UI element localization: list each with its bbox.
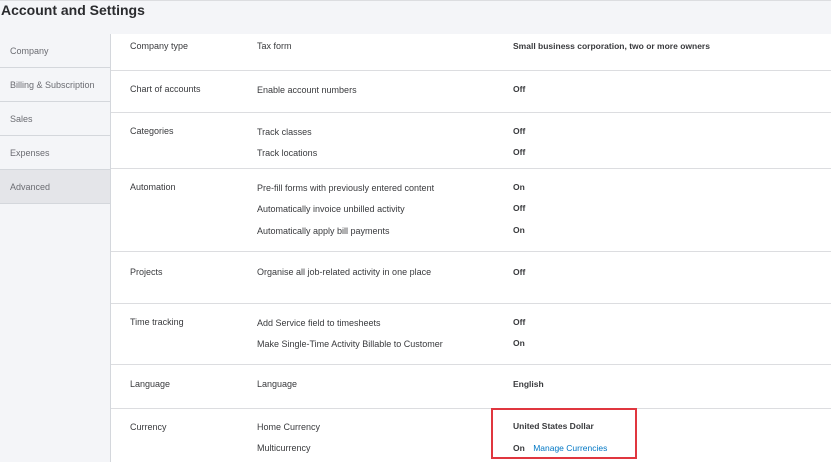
section-categories[interactable]: Categories Track classes Off Track locat… [111,113,831,169]
section-currency[interactable]: Currency Home Currency United States Dol… [111,409,831,462]
sidebar-item-advanced[interactable]: Advanced [0,170,110,204]
setting-value: Off [513,203,526,213]
section-title: Time tracking [130,317,184,327]
section-title: Chart of accounts [130,84,201,94]
sidebar-item-label: Sales [10,113,33,124]
section-title: Categories [130,126,174,136]
setting-label: Organise all job-related activity in one… [257,267,432,277]
setting-value: On [513,338,525,348]
setting-value: Off [513,317,526,327]
top-border [0,0,831,1]
section-chart-of-accounts[interactable]: Chart of accounts Enable account numbers… [111,71,831,113]
settings-main-panel: Company type Tax form Small business cor… [110,34,831,462]
sidebar-item-sales[interactable]: Sales [0,102,110,136]
multicurrency-status: On [513,443,525,453]
setting-value: On [513,182,525,192]
section-title: Currency [130,422,167,432]
sidebar-item-label: Expenses [10,147,50,158]
setting-label: Multicurrency [257,443,311,453]
setting-label: Language [257,379,298,389]
setting-value: United States Dollar [513,421,594,431]
setting-value: Off [513,147,526,157]
section-automation[interactable]: Automation Pre-fill forms with previousl… [111,169,831,252]
sidebar-item-label: Billing & Subscription [10,79,95,90]
section-company-type[interactable]: Company type Tax form Small business cor… [111,34,831,71]
setting-label: Track locations [257,148,318,158]
section-language[interactable]: Language Language English [111,365,831,409]
section-title: Projects [130,267,163,277]
section-projects[interactable]: Projects Organise all job-related activi… [111,252,831,304]
setting-label: Enable account numbers [257,85,357,95]
sidebar-item-label: Advanced [10,181,51,192]
section-time-tracking[interactable]: Time tracking Add Service field to times… [111,304,831,365]
setting-value: On [513,225,525,235]
sidebar-item-expenses[interactable]: Expenses [0,136,110,170]
setting-label: Tax form [257,41,292,51]
setting-label: Home Currency [257,422,321,432]
manage-currencies-link[interactable]: Manage Currencies [533,443,607,453]
setting-label: Pre-fill forms with previously entered c… [257,183,435,193]
settings-sidebar: Company Billing & Subscription Sales Exp… [0,34,110,462]
section-title: Company type [130,41,189,51]
setting-value: Off [513,84,526,94]
sidebar-item-label: Company [10,45,49,56]
section-title: Language [130,379,171,389]
sidebar-item-billing[interactable]: Billing & Subscription [0,68,110,102]
section-title: Automation [130,182,176,192]
setting-label: Automatically invoice unbilled activity [257,204,405,214]
setting-value: English [513,379,544,389]
setting-value: Small business corporation, two or more … [513,41,710,51]
setting-label: Track classes [257,127,312,137]
setting-value: Off [513,267,526,277]
setting-label: Automatically apply bill payments [257,226,390,236]
setting-label: Make Single-Time Activity Billable to Cu… [257,339,443,349]
setting-value: Off [513,126,526,136]
setting-label: Add Service field to timesheets [257,318,381,328]
page-title: Account and Settings [1,2,145,18]
setting-value: On Manage Currencies [513,443,607,453]
sidebar-item-company[interactable]: Company [0,34,110,68]
